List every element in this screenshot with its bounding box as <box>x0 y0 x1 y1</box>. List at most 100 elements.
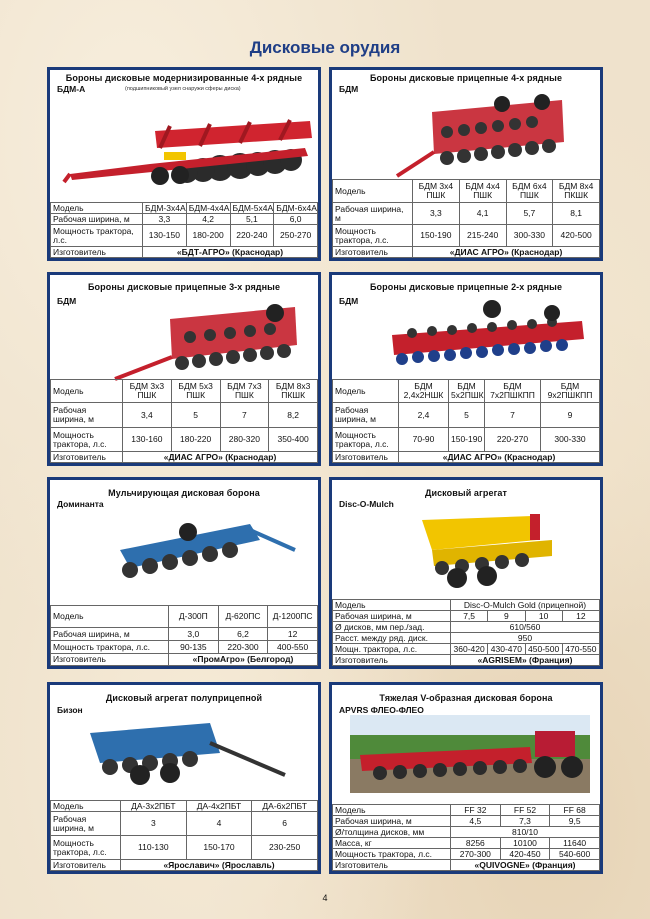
cell: 5,7 <box>505 202 554 225</box>
cell: 150-170 <box>185 835 253 860</box>
red-disc-harrow-image <box>62 119 312 185</box>
cell: FF 68 <box>549 804 600 816</box>
cell: 5,1 <box>229 213 275 225</box>
card-apvrs: Тяжелая V-образная дисковая борона APVRS… <box>329 682 603 874</box>
spec-table: Модель БДМ-3х4А БДМ-4х4А БДМ-5х4А БДМ-6х… <box>50 202 318 258</box>
cell: Disc-O-Mulch Gold (прицепной) <box>450 599 600 611</box>
cell: 180-200 <box>185 224 231 247</box>
card-model: APVRS ФЛЕО-ФЛЕО <box>339 705 424 715</box>
cell: 220-240 <box>229 224 275 247</box>
cell: 90-135 <box>168 640 219 654</box>
cell: 540-600 <box>549 848 600 860</box>
cell: FF 52 <box>499 804 551 816</box>
cell: 8256 <box>450 837 501 849</box>
row-label: Модель <box>50 379 123 403</box>
yellow-disc-aggregate-image <box>422 514 552 588</box>
spec-table: Модель БДМ 3х4 ПШК БДМ 4х4 ПШК БДМ 6х4 П… <box>332 179 600 258</box>
cell: 4,1 <box>458 202 507 225</box>
row-label: Мощность трактора, л.с. <box>50 640 169 654</box>
card-bdm-3row: Бороны дисковые прицепные 3-х рядные БДМ… <box>47 272 321 466</box>
cell: 430-470 <box>487 643 526 655</box>
cell: 420-500 <box>552 224 600 247</box>
spec-table: Модель Д-300П Д-620ПС Д-1200ПС Рабочая ш… <box>50 605 318 666</box>
cell: БДМ-6х4А <box>273 202 318 214</box>
row-label: Мощность трактора, л.с. <box>332 427 399 452</box>
cell: 3,4 <box>122 402 172 428</box>
cell: 7,3 <box>499 815 551 827</box>
cell: БДМ-3х4А <box>142 202 187 214</box>
cell: 7 <box>219 402 270 428</box>
red-disc-harrow-image <box>114 304 297 381</box>
cell: 70-90 <box>398 427 449 452</box>
cell: ДА-6х2ПБТ <box>251 800 318 812</box>
row-label: Рабочая ширина, м <box>50 811 121 836</box>
cell: 6 <box>251 811 318 836</box>
row-label: Изготовитель <box>332 246 413 258</box>
cell: 300-330 <box>505 224 554 247</box>
cell: 7,5 <box>449 610 489 622</box>
cell: БДМ 6х4 ПШК <box>505 179 554 203</box>
row-label: Изготовитель <box>332 654 451 666</box>
card-model: Disc-O-Mulch <box>339 499 394 509</box>
cell: БДМ 4х4 ПШК <box>458 179 507 203</box>
card-bdm-4row: Бороны дисковые прицепные 4-х рядные БДМ… <box>329 67 603 261</box>
row-label: Модель <box>332 379 399 403</box>
card-bizon: Дисковый агрегат полуприцепной Бизон Мод… <box>47 682 321 874</box>
cell: 3,0 <box>168 627 219 641</box>
cell: FF 32 <box>450 804 501 816</box>
cell: 4,2 <box>185 213 231 225</box>
spec-table: Модель Disc-O-Mulch Gold (прицепной) Раб… <box>332 599 600 666</box>
cell: 10 <box>524 610 563 622</box>
cell: 5 <box>170 402 221 428</box>
cell: 4,5 <box>450 815 501 827</box>
cell: 2,4 <box>398 402 449 428</box>
card-title: Бороны дисковые прицепные 4-х рядные <box>369 73 563 83</box>
cell: 10100 <box>499 837 551 849</box>
cell: 8,2 <box>268 402 318 428</box>
row-label: Рабочая ширина, м <box>332 610 451 622</box>
cell: БДМ-4х4А <box>185 202 231 214</box>
cell: 360-420 <box>449 643 489 655</box>
cell: 130-150 <box>142 224 187 247</box>
cell: 230-250 <box>251 835 318 860</box>
card-model: БДМ-А <box>57 84 86 94</box>
row-label: Ø дисков, мм пер./зад. <box>332 621 451 633</box>
cell: БДМ 3х4 ПШК <box>412 179 460 203</box>
manufacturer: «QUIVOGNE» (Франция) <box>450 859 600 871</box>
cell: ДА-4х2ПБТ <box>185 800 253 812</box>
cell: 130-160 <box>122 427 172 452</box>
cell: 4 <box>185 811 253 836</box>
cell: БДМ 9х2ПШКПП <box>540 379 600 403</box>
row-label: Модель <box>50 605 169 628</box>
cell: 9 <box>540 402 600 428</box>
row-label: Рабочая ширина, м <box>332 815 451 827</box>
row-label: Модель <box>332 599 451 611</box>
card-title: Дисковый агрегат <box>424 488 508 498</box>
spec-table: Модель ДА-3х2ПБТ ДА-4х2ПБТ ДА-6х2ПБТ Раб… <box>50 800 318 871</box>
row-label: Изготовитель <box>50 859 121 871</box>
cell: 9 <box>487 610 526 622</box>
row-label: Модель <box>332 804 451 816</box>
card-model: БДМ <box>339 296 359 306</box>
cell: БДМ-5х4А <box>229 202 275 214</box>
cell: 270-300 <box>450 848 501 860</box>
cell: 12 <box>267 627 318 641</box>
spec-table: Модель БДМ 2,4х2НШК БДМ 5х2ПШК БДМ 7х2ПШ… <box>332 379 600 463</box>
spec-table: Модель FF 32 FF 52 FF 68 Рабочая ширина,… <box>332 804 600 871</box>
cell: Д-620ПС <box>217 605 269 628</box>
card-title: Дисковый агрегат полуприцепной <box>105 693 263 703</box>
cell: 180-220 <box>170 427 221 452</box>
row-label: Ø/толщина дисков, мм <box>332 826 451 838</box>
row-label: Изготовитель <box>332 859 451 871</box>
row-label: Мощн. трактора, л.с. <box>332 643 451 655</box>
card-title: Тяжелая V-образная дисковая борона <box>379 693 553 703</box>
cell: БДМ 7х2ПШКПП <box>484 379 541 403</box>
cell: 350-400 <box>268 427 318 452</box>
cell: 9,5 <box>549 815 600 827</box>
cell: 11640 <box>549 837 600 849</box>
row-label: Модель <box>50 202 143 214</box>
spec-table: Модель БДМ 3х3 ПШК БДМ 5х3 ПШК БДМ 7х3 П… <box>50 379 318 463</box>
row-label: Рабочая ширина, м <box>50 213 143 225</box>
red-disc-harrow-image <box>395 94 564 178</box>
card-title: Мульчирующая дисковая борона <box>108 488 260 498</box>
